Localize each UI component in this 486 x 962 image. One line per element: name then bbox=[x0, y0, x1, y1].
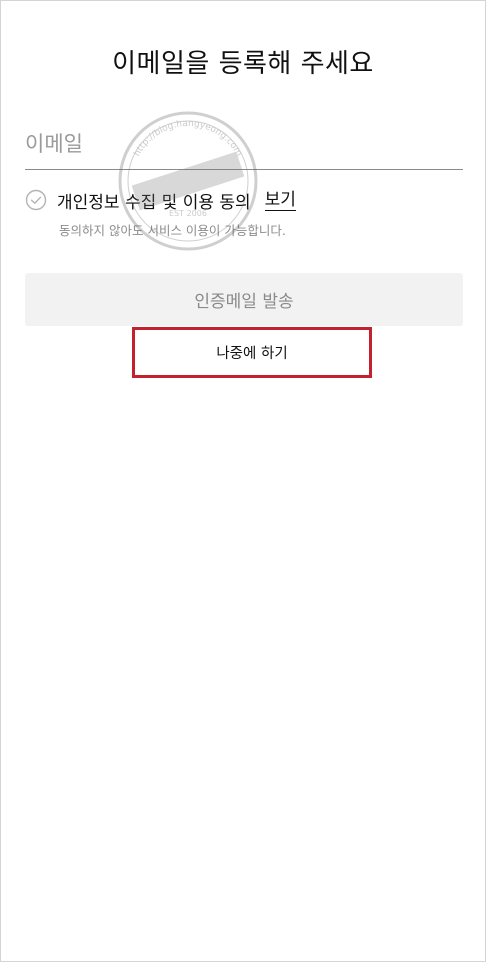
consent-hint: 동의하지 않아도 서비스 이용이 가능합니다. bbox=[59, 223, 286, 238]
email-field-wrapper bbox=[25, 121, 463, 170]
consent-row: 개인정보 수집 및 이용 동의 보기 bbox=[25, 185, 465, 215]
consent-label: 개인정보 수집 및 이용 동의 bbox=[57, 192, 251, 213]
view-terms-link[interactable]: 보기 bbox=[264, 190, 296, 211]
do-later-button[interactable]: 나중에 하기 bbox=[132, 327, 372, 378]
check-circle-icon[interactable] bbox=[25, 189, 47, 211]
page-title: 이메일을 등록해 주세요 bbox=[112, 49, 374, 79]
send-verification-button[interactable]: 인증메일 발송 bbox=[25, 273, 463, 326]
email-input[interactable] bbox=[25, 121, 463, 167]
app-screen: 이메일을 등록해 주세요 개인정보 수집 및 이용 동의 보기 동의하지 않아도… bbox=[0, 0, 486, 962]
